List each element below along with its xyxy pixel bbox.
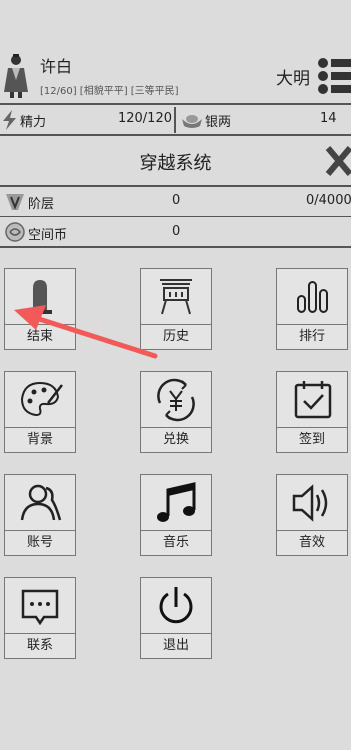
logout-label: 退出 [141,633,211,658]
account-label: 账号 [5,530,75,555]
background-button[interactable]: 背景 [4,371,76,453]
history-label: 历史 [141,324,211,349]
exchange-label: 兑换 [141,427,211,452]
rank-value: 0 [172,193,181,208]
account-icon [20,484,62,521]
player-name: 许白 [40,57,73,76]
sound-effects-button[interactable]: 音效 [276,474,348,556]
silver-label: 银两 [205,115,232,130]
exchange-button[interactable]: 兑换 [140,371,212,453]
system-title: 穿越系统 [139,153,212,174]
energy-value: 120/120 [117,111,172,126]
history-board-icon [160,279,192,315]
ranking-label: 排行 [277,324,347,349]
divider [174,107,176,133]
divider [0,134,351,136]
palette-icon [20,381,63,417]
player-tags: [12/60] [相貌平平] [三等平民] [40,86,179,97]
contact-button[interactable]: 联系 [4,577,76,659]
checkin-label: 签到 [277,427,347,452]
exchange-icon [157,378,195,422]
silver-value: 14 [320,111,337,126]
rank-v-icon [6,194,24,210]
account-button[interactable]: 账号 [4,474,76,556]
calendar-check-icon [294,381,332,419]
contact-label: 联系 [5,633,75,658]
rank-label: 阶层 [28,197,55,212]
stat-row-rank: 阶层 0 0/4000 [0,188,351,216]
divider [0,185,351,187]
sound-effects-label: 音效 [277,530,347,555]
logout-button[interactable]: 退出 [140,577,212,659]
tombstone-icon [28,280,52,314]
background-label: 背景 [5,427,75,452]
divider [0,216,351,217]
space-coin-value: 0 [172,224,181,239]
resource-bar: 精力 120/120 银两 14 [0,105,351,135]
history-button[interactable]: 历史 [140,268,212,350]
end-button[interactable]: 结束 [4,268,76,350]
close-icon[interactable] [324,144,351,178]
music-button[interactable]: 音乐 [140,474,212,556]
music-note-icon [157,482,196,522]
stat-row-space-coin: 空间币 0 [0,219,351,247]
ranking-bars-icon [297,281,328,313]
energy-icon [3,110,16,130]
dynasty-label: 大明 [276,69,310,89]
menu-icon[interactable] [316,56,351,96]
space-coin-icon [5,222,25,242]
rank-max: 0/4000 [306,193,351,208]
character-avatar-icon [4,54,28,98]
silver-ingot-icon [182,115,202,128]
energy-label: 精力 [20,115,47,130]
checkin-button[interactable]: 签到 [276,371,348,453]
space-coin-label: 空间币 [28,228,68,243]
ranking-button[interactable]: 排行 [276,268,348,350]
speaker-icon [292,484,328,522]
end-label: 结束 [5,324,75,349]
power-icon [159,587,193,624]
chat-icon [21,589,59,626]
music-label: 音乐 [141,530,211,555]
divider [0,246,351,248]
